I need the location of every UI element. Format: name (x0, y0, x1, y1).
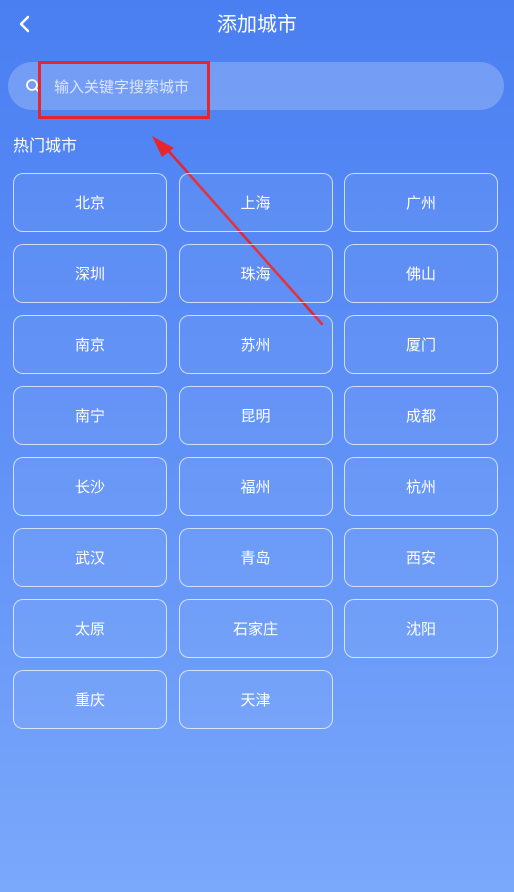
city-button[interactable]: 重庆 (13, 670, 167, 729)
city-button[interactable]: 南京 (13, 315, 167, 374)
search-icon (25, 78, 41, 94)
city-button[interactable]: 石家庄 (178, 599, 333, 658)
city-button[interactable]: 长沙 (13, 457, 167, 516)
city-button[interactable]: 沈阳 (344, 599, 498, 658)
city-button[interactable]: 杭州 (344, 457, 498, 516)
page-title: 添加城市 (217, 12, 297, 36)
city-button[interactable]: 上海 (178, 173, 333, 232)
city-button[interactable]: 青岛 (178, 528, 333, 587)
city-button[interactable]: 福州 (178, 457, 333, 516)
city-button[interactable]: 深圳 (13, 244, 167, 303)
city-button[interactable]: 太原 (13, 599, 167, 658)
header-bar: 添加城市 (0, 0, 514, 48)
city-button[interactable]: 南宁 (13, 386, 167, 445)
city-button[interactable]: 广州 (344, 173, 498, 232)
city-button[interactable]: 武汉 (13, 528, 167, 587)
city-button[interactable]: 昆明 (178, 386, 333, 445)
city-button[interactable]: 成都 (344, 386, 498, 445)
hot-cities-grid: 北京 上海 广州深圳 珠海 佛山南京 苏州 厦门南宁 昆明 成都长沙 福州 杭州武汉 青岛 西安太原 石家… (13, 173, 498, 729)
city-button[interactable]: 苏州 (178, 315, 333, 374)
search-input[interactable] (52, 72, 486, 102)
city-button[interactable]: 厦门 (344, 315, 498, 374)
search-bar[interactable] (8, 62, 504, 110)
city-button[interactable]: 北京 (13, 173, 167, 232)
hot-cities-title: 热门城市 (13, 136, 78, 155)
city-button[interactable]: 西安 (344, 528, 498, 587)
city-button[interactable]: 天津 (178, 670, 333, 729)
city-button[interactable]: 珠海 (178, 244, 333, 303)
city-button[interactable]: 佛山 (344, 244, 498, 303)
